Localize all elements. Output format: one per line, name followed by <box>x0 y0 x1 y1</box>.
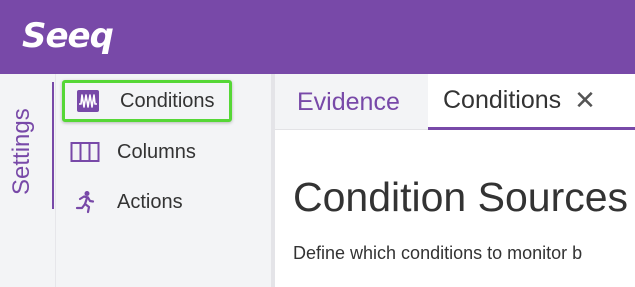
conditions-waveform-icon <box>73 86 103 116</box>
settings-label[interactable]: Settings <box>8 108 36 195</box>
tab-label: Evidence <box>297 87 400 116</box>
top-bar: Seeq <box>0 0 635 74</box>
logo-text: Seeq <box>22 16 114 56</box>
nav-item-label: Columns <box>117 140 196 163</box>
tab-evidence[interactable]: Evidence <box>297 74 400 130</box>
nav-item-actions[interactable]: Actions <box>62 181 232 223</box>
page-description: Define which conditions to monitor b <box>293 243 583 263</box>
nav-item-label: Actions <box>117 190 183 213</box>
columns-icon <box>70 137 100 167</box>
tab-bar: Evidence Conditions ✕ <box>275 74 635 130</box>
tab-label: Conditions <box>443 86 562 114</box>
nav-item-conditions[interactable]: Conditions <box>62 80 232 122</box>
close-icon[interactable]: ✕ <box>574 85 596 116</box>
page-title: Condition Sources <box>293 174 629 220</box>
tab-conditions[interactable]: Conditions ✕ <box>428 74 635 130</box>
settings-indicator-line <box>52 82 54 209</box>
nav-item-label: Conditions <box>120 89 215 112</box>
nav-item-columns[interactable]: Columns <box>62 131 232 173</box>
running-person-icon <box>70 187 100 217</box>
main-content: Condition Sources Define which condition… <box>275 130 635 287</box>
seeq-logo[interactable]: Seeq <box>22 14 114 58</box>
